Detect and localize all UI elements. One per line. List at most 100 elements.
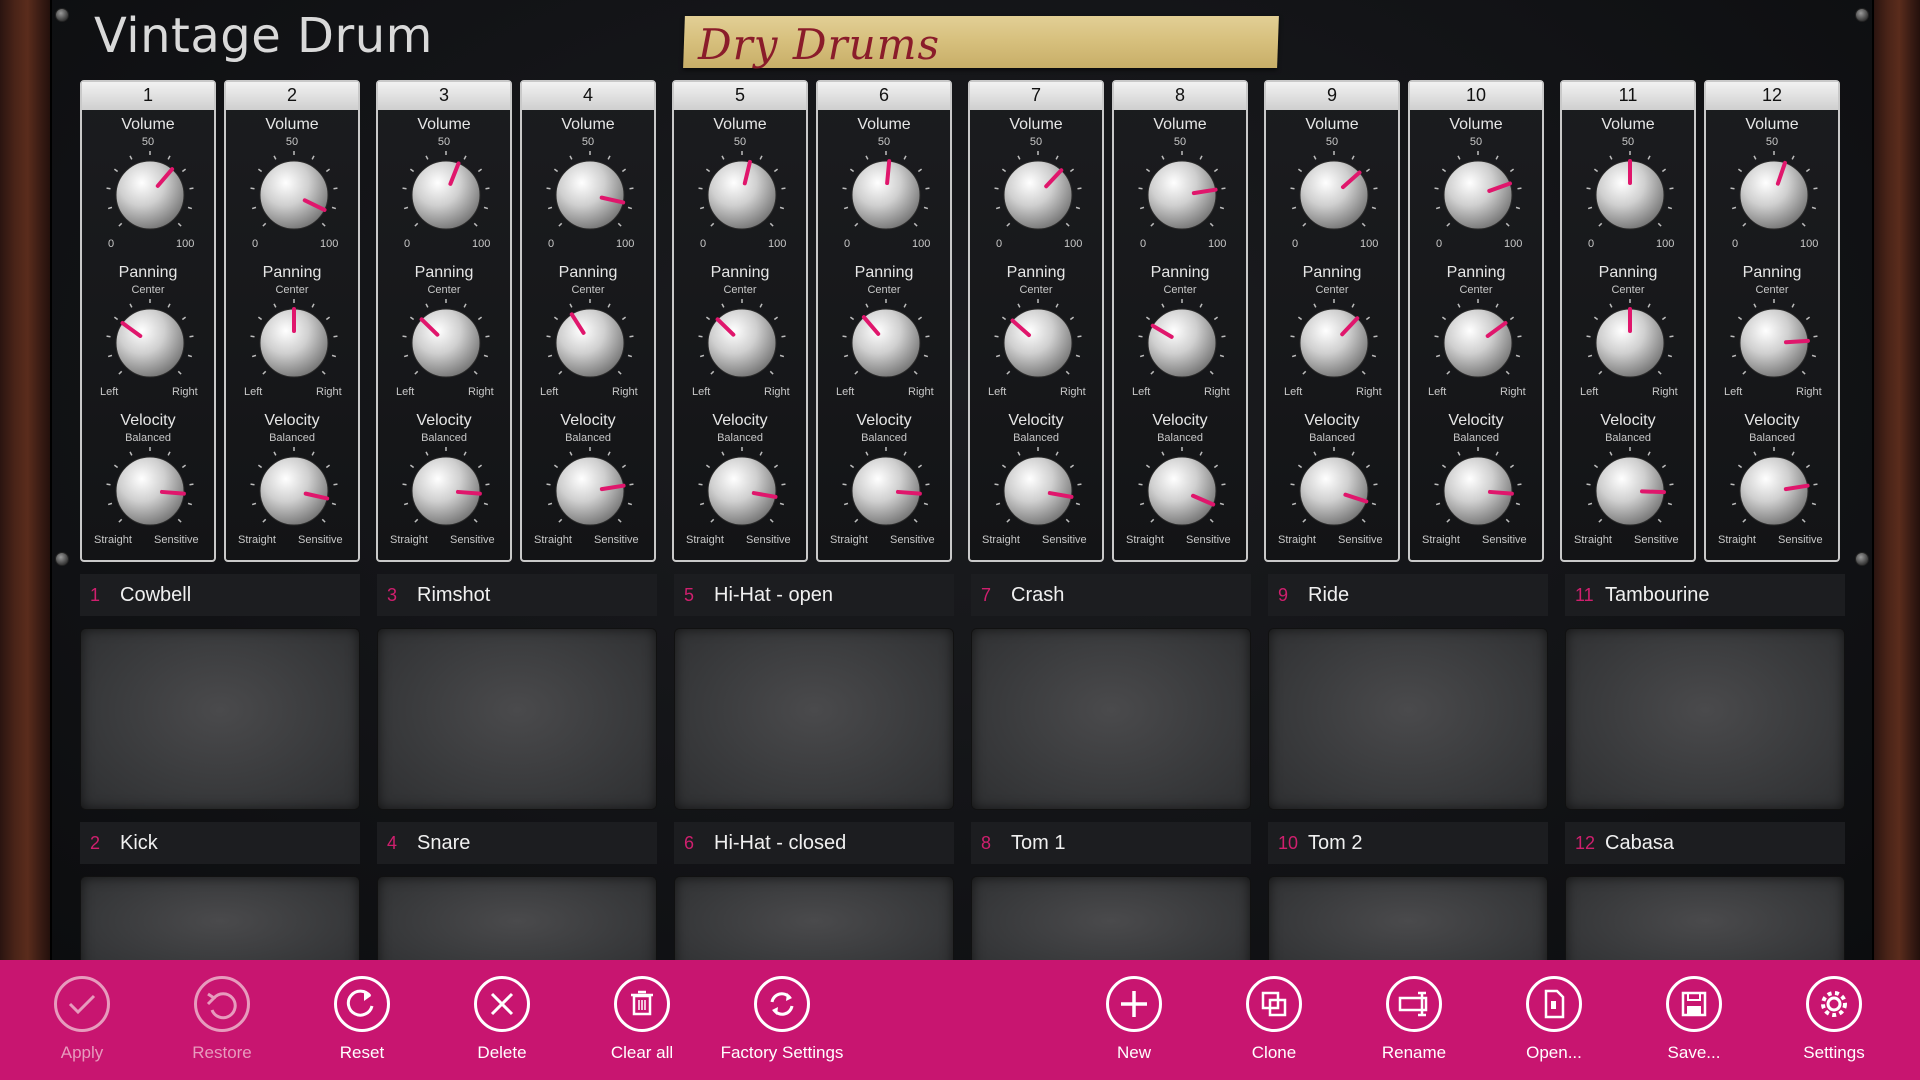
- velocity-min-label: Straight: [686, 534, 724, 546]
- knob-pointer: [895, 489, 922, 496]
- volume-knob[interactable]: [401, 150, 491, 240]
- volume-label: Volume: [417, 116, 471, 133]
- velocity-label: Velocity: [1744, 412, 1800, 429]
- app-bar: Apply Restore Reset Delete Clear all Factory …: [0, 960, 1920, 1080]
- app-bar-label: Rename: [1381, 1043, 1447, 1062]
- volume-knob[interactable]: [105, 150, 195, 240]
- clone-button[interactable]: Clone: [1204, 960, 1344, 1080]
- volume-knob[interactable]: [1433, 150, 1523, 240]
- screw-icon: [1855, 8, 1869, 22]
- open-button[interactable]: Open...: [1484, 960, 1624, 1080]
- pad-name: Snare: [417, 832, 471, 854]
- drum-pad[interactable]: [377, 628, 657, 810]
- panning-mid-label: Center: [1459, 284, 1493, 296]
- panning-label: Panning: [414, 264, 474, 281]
- velocity-knob[interactable]: [1137, 446, 1227, 536]
- knob-pointer: [1487, 489, 1514, 496]
- panning-knob[interactable]: [1585, 298, 1675, 388]
- velocity-min-label: Straight: [534, 534, 572, 546]
- volume-knob[interactable]: [1729, 150, 1819, 240]
- volume-min-label: 0: [108, 238, 115, 250]
- velocity-min-label: Straight: [1718, 534, 1756, 546]
- save-button[interactable]: Save...: [1624, 960, 1764, 1080]
- panning-control: Panning Center Left Right: [1706, 258, 1838, 406]
- gear-icon: [1806, 976, 1862, 1032]
- app-bar-label: Apply: [60, 1043, 104, 1062]
- drum-pad[interactable]: [80, 876, 360, 960]
- panning-knob[interactable]: [105, 298, 195, 388]
- channel-number: 6: [818, 82, 950, 110]
- new-button[interactable]: New: [1064, 960, 1204, 1080]
- drum-pad[interactable]: [971, 628, 1251, 810]
- velocity-knob[interactable]: [841, 446, 931, 536]
- volume-knob[interactable]: [1137, 150, 1227, 240]
- velocity-knob[interactable]: [249, 446, 339, 536]
- velocity-knob[interactable]: [1729, 446, 1819, 536]
- volume-label: Volume: [561, 116, 615, 133]
- pad-number: 1: [90, 585, 101, 605]
- knob-pointer: [159, 489, 186, 496]
- drum-pad[interactable]: [674, 876, 954, 960]
- velocity-label: Velocity: [1008, 412, 1064, 429]
- drum-pad[interactable]: [80, 628, 360, 810]
- panning-knob[interactable]: [1289, 298, 1379, 388]
- panning-knob[interactable]: [401, 298, 491, 388]
- volume-label: Volume: [857, 116, 911, 133]
- velocity-knob[interactable]: [1585, 446, 1675, 536]
- panning-knob[interactable]: [697, 298, 787, 388]
- volume-knob[interactable]: [545, 150, 635, 240]
- volume-knob[interactable]: [249, 150, 339, 240]
- panning-knob[interactable]: [993, 298, 1083, 388]
- panning-knob[interactable]: [249, 298, 339, 388]
- velocity-knob[interactable]: [1289, 446, 1379, 536]
- volume-knob[interactable]: [697, 150, 787, 240]
- velocity-knob[interactable]: [697, 446, 787, 536]
- panning-knob[interactable]: [545, 298, 635, 388]
- drum-pad[interactable]: [1565, 628, 1845, 810]
- settings-button[interactable]: Settings: [1764, 960, 1904, 1080]
- app-bar-label: Restore: [192, 1043, 252, 1062]
- wood-side-left: [0, 0, 50, 960]
- velocity-knob[interactable]: [105, 446, 195, 536]
- velocity-mid-label: Balanced: [1605, 432, 1651, 444]
- pad-name: Tom 2: [1308, 832, 1363, 854]
- velocity-max-label: Sensitive: [298, 534, 343, 546]
- drum-pad[interactable]: [971, 876, 1251, 960]
- volume-knob[interactable]: [1289, 150, 1379, 240]
- rename-button[interactable]: Rename: [1344, 960, 1484, 1080]
- volume-min-label: 0: [700, 238, 707, 250]
- clear-all-button[interactable]: Clear all: [572, 960, 712, 1080]
- velocity-knob[interactable]: [993, 446, 1083, 536]
- volume-knob[interactable]: [841, 150, 931, 240]
- velocity-knob[interactable]: [401, 446, 491, 536]
- velocity-label: Velocity: [416, 412, 472, 429]
- delete-button[interactable]: Delete: [432, 960, 572, 1080]
- panning-knob[interactable]: [841, 298, 931, 388]
- volume-min-label: 0: [1140, 238, 1147, 250]
- reset-button[interactable]: Reset: [292, 960, 432, 1080]
- factory-settings-button[interactable]: Factory Settings: [712, 960, 852, 1080]
- volume-control: Volume 50 0 100: [1562, 110, 1694, 258]
- panning-label: Panning: [1598, 264, 1658, 281]
- apply-button[interactable]: Apply: [12, 960, 152, 1080]
- app-title: Vintage Drum: [94, 8, 433, 64]
- drum-pad[interactable]: [1268, 876, 1548, 960]
- drum-pad[interactable]: [1565, 876, 1845, 960]
- drum-pad[interactable]: [1268, 628, 1548, 810]
- app-bar-label: Settings: [1803, 1043, 1865, 1062]
- velocity-mid-label: Balanced: [1309, 432, 1355, 444]
- velocity-knob[interactable]: [1433, 446, 1523, 536]
- panning-max-label: Right: [908, 386, 934, 398]
- velocity-knob[interactable]: [545, 446, 635, 536]
- volume-knob[interactable]: [993, 150, 1083, 240]
- panning-knob[interactable]: [1729, 298, 1819, 388]
- restore-button[interactable]: Restore: [152, 960, 292, 1080]
- drum-pad[interactable]: [377, 876, 657, 960]
- panning-knob[interactable]: [1433, 298, 1523, 388]
- drum-pad[interactable]: [674, 628, 954, 810]
- panning-knob[interactable]: [1137, 298, 1227, 388]
- pad-name: Tom 1: [1011, 832, 1066, 854]
- volume-control: Volume 50 0 100: [522, 110, 654, 258]
- volume-knob[interactable]: [1585, 150, 1675, 240]
- velocity-max-label: Sensitive: [154, 534, 199, 546]
